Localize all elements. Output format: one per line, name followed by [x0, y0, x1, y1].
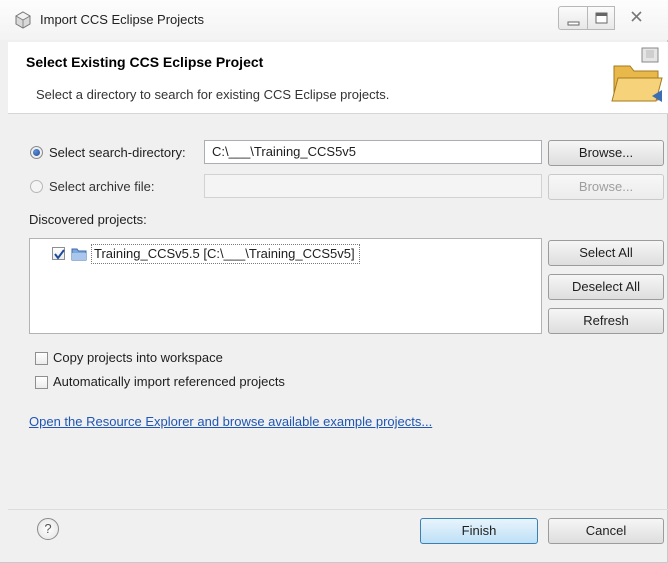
cancel-button[interactable]: Cancel — [548, 518, 664, 544]
deselect-all-button[interactable]: Deselect All — [548, 274, 664, 300]
folder-open-icon — [611, 47, 663, 102]
footer-divider — [8, 509, 668, 510]
browse-directory-button[interactable]: Browse... — [548, 140, 664, 166]
help-icon[interactable]: ? — [37, 518, 59, 540]
page-title: Select Existing CCS Eclipse Project — [26, 54, 264, 70]
copy-projects-label: Copy projects into workspace — [53, 350, 223, 365]
search-directory-radio[interactable] — [30, 146, 43, 159]
minimize-button[interactable] — [558, 6, 588, 30]
project-checkbox[interactable] — [52, 247, 65, 260]
resource-explorer-link[interactable]: Open the Resource Explorer and browse av… — [29, 414, 432, 429]
page-description: Select a directory to search for existin… — [36, 87, 390, 102]
checkmark-icon — [54, 249, 65, 260]
refresh-button[interactable]: Refresh — [548, 308, 664, 334]
project-name: Training_CCSv5.5 [C:\___\Training_CCS5v5… — [91, 244, 360, 264]
auto-import-label: Automatically import referenced projects — [53, 374, 285, 389]
archive-file-field[interactable] — [204, 174, 542, 198]
copy-projects-checkbox[interactable] — [35, 352, 48, 365]
discovered-projects-label: Discovered projects: — [29, 212, 147, 227]
finish-button[interactable]: Finish — [420, 518, 538, 544]
title-bar[interactable]: Import CCS Eclipse Projects — [0, 0, 668, 40]
close-icon — [631, 11, 642, 22]
select-all-button[interactable]: Select All — [548, 240, 664, 266]
auto-import-checkbox[interactable] — [35, 376, 48, 389]
projects-list[interactable]: Training_CCSv5.5 [C:\___\Training_CCS5v5… — [29, 238, 542, 334]
search-directory-field[interactable]: C:\___\Training_CCS5v5 — [204, 140, 542, 164]
folder-icon — [71, 248, 87, 261]
browse-archive-button[interactable]: Browse... — [548, 174, 664, 200]
search-directory-label: Select search-directory: — [49, 145, 186, 160]
eclipse-cube-icon — [15, 11, 31, 29]
archive-file-label: Select archive file: — [49, 179, 155, 194]
close-button[interactable] — [614, 6, 660, 30]
maximize-button[interactable] — [587, 6, 615, 30]
minimize-icon — [567, 21, 580, 26]
window-title: Import CCS Eclipse Projects — [40, 12, 204, 27]
header-banner: Select Existing CCS Eclipse Project Sele… — [8, 42, 668, 114]
import-dialog: Import CCS Eclipse Projects Select Exist… — [0, 0, 668, 563]
maximize-icon — [595, 12, 608, 24]
archive-file-radio[interactable] — [30, 180, 43, 193]
